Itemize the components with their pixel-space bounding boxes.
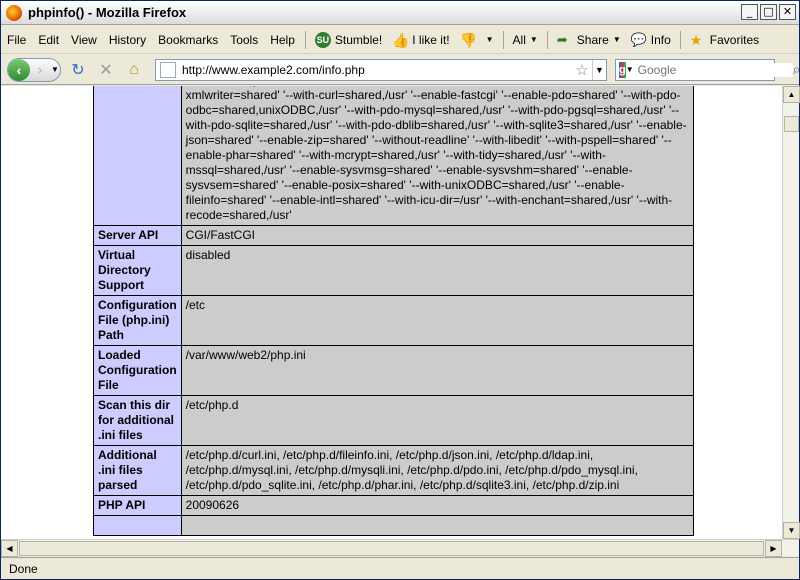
- page-icon: [160, 61, 176, 78]
- row-key: Scan this dir for additional .ini files: [93, 395, 182, 446]
- forward-button[interactable]: ›: [30, 60, 50, 80]
- scroll-up-button[interactable]: ▲: [783, 86, 800, 103]
- phpinfo-table: --enable-soap=shared' '--with-xsl=shared…: [93, 86, 695, 536]
- menu-help[interactable]: Help: [264, 33, 301, 47]
- browser-window: phpinfo() - Mozilla Firefox _ □ ✕ File E…: [0, 0, 800, 580]
- thumbs-down-icon: 👎: [459, 31, 478, 48]
- table-row: PHP API 20090626: [93, 495, 695, 516]
- table-row: Virtual Directory Support disabled: [93, 245, 695, 296]
- menu-bar: File Edit View History Bookmarks Tools H…: [1, 26, 799, 54]
- status-bar: Done: [1, 557, 799, 579]
- row-key: Loaded Configuration File: [93, 345, 182, 396]
- all-dropdown[interactable]: All ▼: [508, 33, 543, 47]
- table-row: Configuration File (php.ini) Path /etc: [93, 295, 695, 346]
- favorites-label: Favorites: [709, 32, 760, 47]
- firefox-icon: [6, 4, 22, 21]
- stumble-label: Stumble!: [334, 32, 383, 47]
- row-value: [180, 515, 695, 536]
- search-icon[interactable]: ⌕: [793, 61, 800, 78]
- menu-file[interactable]: File: [1, 33, 32, 47]
- menu-tools[interactable]: Tools: [224, 33, 264, 47]
- info-button[interactable]: 💬 Info: [626, 32, 676, 48]
- toolbar-separator: [304, 30, 306, 49]
- home-icon[interactable]: ⌂: [123, 61, 145, 79]
- share-icon: ➦: [556, 31, 568, 47]
- chevron-down-icon: ▼: [612, 35, 621, 44]
- menu-bookmarks[interactable]: Bookmarks: [152, 33, 224, 47]
- vertical-scrollbar[interactable]: ▲ ▼: [782, 86, 800, 539]
- row-value: /etc/php.d/curl.ini, /etc/php.d/fileinfo…: [180, 445, 695, 496]
- row-value: /var/www/web2/php.ini: [180, 345, 695, 396]
- table-row: Server API CGI/FastCGI: [93, 225, 695, 246]
- menu-view[interactable]: View: [65, 33, 103, 47]
- menu-history[interactable]: History: [103, 33, 152, 47]
- favorites-button[interactable]: ★ Favorites: [685, 32, 764, 48]
- row-key: Server API: [93, 225, 182, 246]
- toolbar-separator: [546, 30, 548, 49]
- more-dropdown[interactable]: ▼: [481, 35, 499, 44]
- row-value: CGI/FastCGI: [180, 225, 695, 246]
- table-row: [93, 515, 695, 536]
- horizontal-scrollbar[interactable]: ◀ ▶: [1, 539, 799, 557]
- history-dropdown[interactable]: ▼: [50, 65, 60, 74]
- bookmark-star-icon[interactable]: ☆: [572, 61, 592, 79]
- toolbar-separator: [679, 30, 681, 49]
- close-button[interactable]: ✕: [779, 4, 796, 20]
- row-key: Virtual Directory Support: [93, 245, 182, 296]
- stop-icon[interactable]: ✕: [95, 60, 117, 80]
- scroll-left-button[interactable]: ◀: [1, 540, 18, 557]
- url-text[interactable]: http://www.example2.com/info.php: [182, 63, 572, 77]
- back-button[interactable]: ‹: [8, 58, 30, 81]
- window-title: phpinfo() - Mozilla Firefox: [28, 5, 187, 20]
- row-key: Configuration File (php.ini) Path: [93, 295, 182, 346]
- table-row: --enable-soap=shared' '--with-xsl=shared…: [93, 86, 695, 226]
- search-input[interactable]: [637, 62, 793, 77]
- reload-icon[interactable]: ↻: [67, 60, 89, 80]
- configure-key-cell: [93, 86, 182, 226]
- all-label: All: [512, 32, 526, 47]
- vertical-scroll-thumb[interactable]: [784, 116, 799, 132]
- search-engine-dropdown[interactable]: ▼: [626, 65, 634, 74]
- navigation-toolbar: ‹ › ▼ ↻ ✕ ⌂ http://www.example2.com/info…: [1, 55, 800, 85]
- url-bar[interactable]: http://www.example2.com/info.php ☆ ▼: [155, 58, 607, 81]
- back-forward-group: ‹ › ▼: [7, 57, 61, 82]
- thumbs-down-button[interactable]: 👎: [455, 32, 481, 48]
- chevron-down-icon: ▼: [529, 35, 538, 44]
- window-controls: _ □ ✕: [741, 4, 796, 20]
- row-key: PHP API: [93, 495, 182, 516]
- row-value: /etc/php.d: [180, 395, 695, 446]
- i-like-it-button[interactable]: 👍 I like it!: [387, 32, 454, 48]
- google-icon[interactable]: g: [619, 61, 626, 78]
- share-label: Share: [576, 32, 609, 47]
- menu-edit[interactable]: Edit: [32, 33, 65, 47]
- info-label: Info: [650, 32, 671, 47]
- row-value: /etc: [180, 295, 695, 346]
- row-key: [93, 515, 182, 536]
- page-content: --enable-soap=shared' '--with-xsl=shared…: [1, 86, 782, 539]
- search-bar[interactable]: g ▼ ⌕: [615, 58, 800, 81]
- configure-value-cell: --enable-soap=shared' '--with-xsl=shared…: [180, 86, 695, 226]
- status-text: Done: [9, 561, 38, 576]
- title-bar: phpinfo() - Mozilla Firefox _ □ ✕: [1, 1, 799, 25]
- table-row: Scan this dir for additional .ini files …: [93, 395, 695, 446]
- row-key: Additional .ini files parsed: [93, 445, 182, 496]
- star-icon: ★: [689, 31, 703, 48]
- table-row: Additional .ini files parsed /etc/php.d/…: [93, 445, 695, 496]
- stumble-button[interactable]: SU Stumble!: [310, 31, 387, 48]
- row-value: disabled: [180, 245, 695, 296]
- speech-bubble-icon: 💬: [630, 31, 647, 47]
- i-like-it-label: I like it!: [412, 32, 450, 47]
- maximize-button[interactable]: □: [760, 4, 777, 20]
- horizontal-scroll-thumb[interactable]: [19, 541, 764, 556]
- minimize-button[interactable]: _: [741, 4, 758, 20]
- thumbs-up-icon: 👍: [392, 31, 410, 48]
- row-value: 20090626: [180, 495, 695, 516]
- table-row: Loaded Configuration File /var/www/web2/…: [93, 345, 695, 396]
- stumbleupon-icon: SU: [314, 31, 331, 48]
- share-button[interactable]: ➦ Share ▼: [552, 32, 626, 48]
- toolbar-separator: [502, 30, 504, 49]
- scroll-down-button[interactable]: ▼: [783, 522, 800, 539]
- scroll-right-button[interactable]: ▶: [765, 540, 782, 557]
- url-dropdown[interactable]: ▼: [592, 59, 606, 80]
